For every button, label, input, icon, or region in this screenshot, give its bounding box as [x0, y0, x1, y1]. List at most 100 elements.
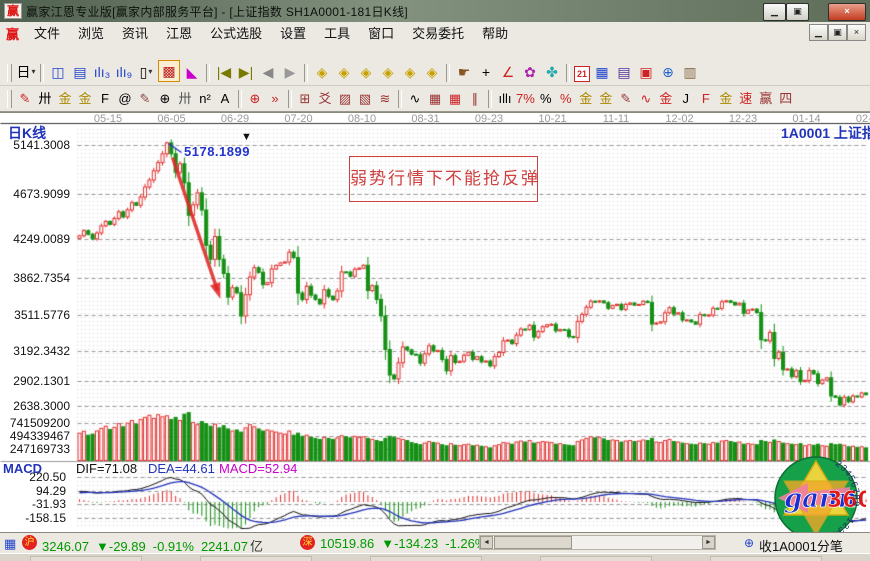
bars-3-icon[interactable]: ılı₃: [92, 62, 112, 82]
date-label: 12-02: [665, 113, 693, 125]
annotation-box[interactable]: 弱势行情下不能抢反弹: [349, 156, 538, 202]
zoom-left-icon[interactable]: ◈: [312, 62, 332, 82]
candle-style-icon[interactable]: ▯▾: [136, 62, 156, 82]
crosshair-icon[interactable]: +: [476, 62, 496, 82]
wave-tool-icon[interactable]: ∿: [637, 90, 655, 108]
menu-item-9[interactable]: 交易委托: [403, 26, 473, 41]
price-axis-label: 4249.0089: [0, 232, 70, 246]
zoom-compress-icon[interactable]: ◈: [400, 62, 420, 82]
save-icon[interactable]: ▣: [636, 62, 656, 82]
gann-grid-icon[interactable]: ⊞: [296, 90, 314, 108]
menu-item-4[interactable]: 江恩: [157, 26, 201, 41]
percent-icon[interactable]: %: [537, 90, 555, 108]
zoom-shrink-icon[interactable]: ◈: [378, 62, 398, 82]
menu-item-3[interactable]: 资讯: [113, 26, 157, 41]
angle-measure-icon[interactable]: ∠: [498, 62, 518, 82]
f-angle-icon[interactable]: F: [697, 90, 715, 108]
kline-period-icon[interactable]: 日▾: [16, 62, 36, 82]
realtime-chart-icon[interactable]: ◫: [48, 62, 68, 82]
gold-circle-icon[interactable]: 金: [577, 90, 595, 108]
menu-item-10[interactable]: 帮助: [473, 26, 517, 41]
pan-hand-icon[interactable]: ☛: [454, 62, 474, 82]
draw-pencil-icon[interactable]: ✎: [16, 90, 34, 108]
horizontal-scrollbar[interactable]: ◄ ►: [479, 535, 716, 550]
speed-angle-icon[interactable]: 速: [737, 90, 755, 108]
a-lines-icon[interactable]: A: [216, 90, 234, 108]
zigzag-icon[interactable]: ∿: [406, 90, 424, 108]
peak-price-callout: 5178.1899: [184, 144, 250, 159]
stat-bars-icon[interactable]: ıllı: [496, 90, 514, 108]
draw-pencil-2-icon[interactable]: ✎: [136, 90, 154, 108]
prev-page-icon[interactable]: ◀: [258, 62, 278, 82]
info-panel-icon[interactable]: ▤: [70, 62, 90, 82]
date-label: 05-15: [94, 113, 122, 125]
first-page-icon[interactable]: |◀: [214, 62, 234, 82]
gold-circle-glyph: 金: [579, 89, 592, 109]
calculator-icon[interactable]: ▦: [592, 62, 612, 82]
menu-logo-icon: 赢: [6, 24, 19, 43]
percent-line-icon[interactable]: %: [557, 90, 575, 108]
gold-line-icon[interactable]: 金: [597, 90, 615, 108]
parallel-lines-icon[interactable]: ∥: [466, 90, 484, 108]
fibonacci-ruler-icon[interactable]: F: [96, 90, 114, 108]
close-button[interactable]: ×: [828, 3, 866, 21]
menu-item-7[interactable]: 工具: [315, 26, 359, 41]
menu-item-6[interactable]: 设置: [271, 26, 315, 41]
bars-9-icon[interactable]: ılı₉: [114, 62, 134, 82]
time-circle-icon[interactable]: ⊕: [156, 90, 174, 108]
brush-flag-icon[interactable]: ✎: [617, 90, 635, 108]
target-circle-icon[interactable]: ⊕: [246, 90, 264, 108]
percent-7-icon[interactable]: 7%: [516, 90, 535, 108]
more-tools-icon[interactable]: »: [266, 90, 284, 108]
toolbar-handle[interactable]: [7, 64, 12, 82]
shaded-box-glyph: ▧: [359, 89, 371, 109]
scroll-right-arrow[interactable]: ►: [702, 536, 715, 549]
title-bar: 赢 赢家江恩专业版[赢家内部服务平台] - [上证指数 SH1A0001-181…: [0, 0, 870, 22]
data-transfer-icon[interactable]: ▥: [680, 62, 700, 82]
gann-box-icon[interactable]: ▨: [336, 90, 354, 108]
n-square-icon[interactable]: n²: [196, 90, 214, 108]
toolbar-handle[interactable]: [7, 90, 12, 108]
last-page-icon[interactable]: ▶|: [236, 62, 256, 82]
calendar-icon[interactable]: 21: [574, 66, 590, 82]
matrix-grid-glyph: ▦: [429, 89, 441, 109]
golden-section-icon[interactable]: 金: [56, 90, 74, 108]
minimize-button[interactable]: ▁: [763, 3, 786, 21]
four-angle-icon[interactable]: 四: [777, 90, 795, 108]
child-restore-button[interactable]: ▣: [828, 24, 847, 41]
trend-lines-icon[interactable]: 卅: [36, 90, 54, 108]
gann-web-icon[interactable]: ✤: [542, 62, 562, 82]
network-icon[interactable]: ⊕: [658, 62, 678, 82]
next-page-icon[interactable]: ▶: [280, 62, 300, 82]
golden-section-2-icon[interactable]: 金: [76, 90, 94, 108]
menu-item-5[interactable]: 公式选股: [201, 26, 271, 41]
gann-flower-icon[interactable]: ✿: [520, 62, 540, 82]
child-close-button[interactable]: ×: [847, 24, 866, 41]
win-angle-icon[interactable]: 赢: [757, 90, 775, 108]
j-angle-icon[interactable]: J: [677, 90, 695, 108]
gann-fan-icon[interactable]: 爻: [316, 90, 334, 108]
zoom-right-icon[interactable]: ◈: [334, 62, 354, 82]
quote-table-icon[interactable]: ▦: [4, 536, 16, 552]
matrix-grid-red-icon[interactable]: ▦: [446, 90, 464, 108]
shaded-box-icon[interactable]: ▧: [356, 90, 374, 108]
price-lines-icon[interactable]: 卅: [176, 90, 194, 108]
menu-item-2[interactable]: 浏览: [69, 26, 113, 41]
macd-axis-label: 94.29: [0, 484, 66, 498]
scroll-left-arrow[interactable]: ◄: [480, 536, 493, 549]
menu-item-1[interactable]: 文件: [25, 26, 69, 41]
matrix-grid-icon[interactable]: ▦: [426, 90, 444, 108]
color-chart-icon[interactable]: ◣: [182, 62, 202, 82]
pattern-box-icon[interactable]: ▩: [158, 60, 180, 82]
menu-item-8[interactable]: 窗口: [359, 26, 403, 41]
ray-lines-icon[interactable]: ≋: [376, 90, 394, 108]
gold-red-icon[interactable]: 金: [657, 90, 675, 108]
scroll-thumb[interactable]: [494, 536, 572, 549]
restore-button[interactable]: ▣: [786, 3, 809, 21]
zoom-all-icon[interactable]: ◈: [422, 62, 442, 82]
spiral-icon[interactable]: @: [116, 90, 134, 108]
child-minimize-button[interactable]: ▁: [809, 24, 828, 41]
gold-angle-icon[interactable]: 金: [717, 90, 735, 108]
memo-icon[interactable]: ▤: [614, 62, 634, 82]
zoom-expand-icon[interactable]: ◈: [356, 62, 376, 82]
